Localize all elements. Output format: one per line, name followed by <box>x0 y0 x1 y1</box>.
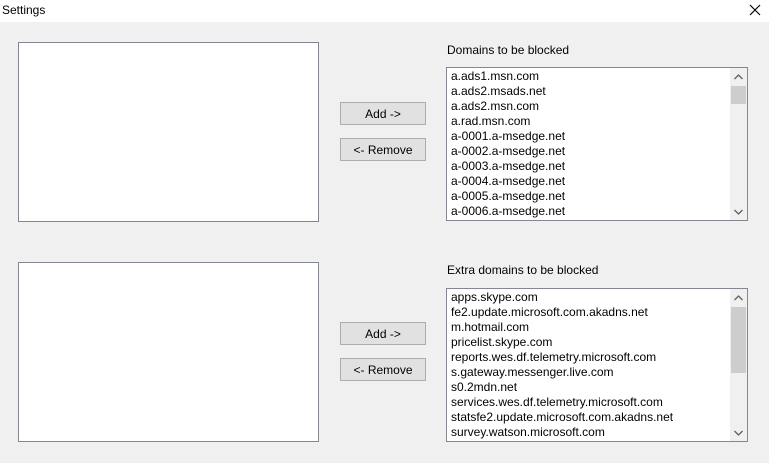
chevron-down-icon <box>734 209 743 215</box>
chevron-down-icon <box>734 430 743 436</box>
scrollbar[interactable] <box>730 289 747 441</box>
scroll-thumb[interactable] <box>731 307 746 373</box>
scroll-down-button[interactable] <box>730 203 747 220</box>
scrollbar[interactable] <box>730 68 747 220</box>
extra-domains-to-be-blocked-label: Extra domains to be blocked <box>447 263 599 277</box>
chevron-up-icon <box>734 73 743 79</box>
list-item[interactable]: a-0001.a-msedge.net <box>451 129 565 144</box>
list-item[interactable]: reports.wes.df.telemetry.microsoft.com <box>451 350 673 365</box>
add-button[interactable]: Add -> <box>340 102 426 125</box>
close-button[interactable] <box>740 0 769 20</box>
remove-extra-button[interactable]: <- Remove <box>340 358 426 381</box>
list-item[interactable]: a.ads1.msn.com <box>451 69 565 84</box>
list-item[interactable]: fe2.update.microsoft.com.akadns.net <box>451 305 673 320</box>
extra-blocked-domains-list[interactable]: apps.skype.com fe2.update.microsoft.com.a… <box>446 288 748 442</box>
available-extra-domains-list[interactable] <box>18 262 319 442</box>
close-icon <box>749 4 760 16</box>
list-item[interactable]: survey.watson.microsoft.com <box>451 425 673 440</box>
list-item[interactable]: statsfe2.update.microsoft.com.akadns.net <box>451 410 673 425</box>
title-bar: Settings <box>0 0 769 22</box>
scroll-thumb[interactable] <box>731 86 746 104</box>
list-item[interactable]: apps.skype.com <box>451 290 673 305</box>
list-item[interactable]: a.ads2.msads.net <box>451 84 565 99</box>
list-item[interactable]: a-0006.a-msedge.net <box>451 204 565 219</box>
list-item[interactable]: a.ads2.msn.com <box>451 99 565 114</box>
window-title: Settings <box>2 3 46 17</box>
scroll-up-button[interactable] <box>730 289 747 306</box>
available-domains-list[interactable] <box>18 42 319 222</box>
list-item[interactable]: s0.2mdn.net <box>451 380 673 395</box>
blocked-domains-list[interactable]: a.ads1.msn.com a.ads2.msads.net a.ads2.msn… <box>446 67 748 221</box>
remove-button[interactable]: <- Remove <box>340 138 426 161</box>
list-item[interactable]: a-0003.a-msedge.net <box>451 159 565 174</box>
list-item[interactable]: pricelist.skype.com <box>451 335 673 350</box>
domains-to-be-blocked-label: Domains to be blocked <box>447 43 570 57</box>
list-item[interactable]: a-0005.a-msedge.net <box>451 189 565 204</box>
list-item[interactable]: a-0004.a-msedge.net <box>451 174 565 189</box>
list-item[interactable]: s.gateway.messenger.live.com <box>451 365 673 380</box>
list-item[interactable]: a-0002.a-msedge.net <box>451 144 565 159</box>
chevron-up-icon <box>734 294 743 300</box>
list-item[interactable]: a.rad.msn.com <box>451 114 565 129</box>
scroll-down-button[interactable] <box>730 424 747 441</box>
list-item[interactable]: m.hotmail.com <box>451 320 673 335</box>
scroll-up-button[interactable] <box>730 68 747 85</box>
add-extra-button[interactable]: Add -> <box>340 322 426 345</box>
list-item[interactable]: services.wes.df.telemetry.microsoft.com <box>451 395 673 410</box>
